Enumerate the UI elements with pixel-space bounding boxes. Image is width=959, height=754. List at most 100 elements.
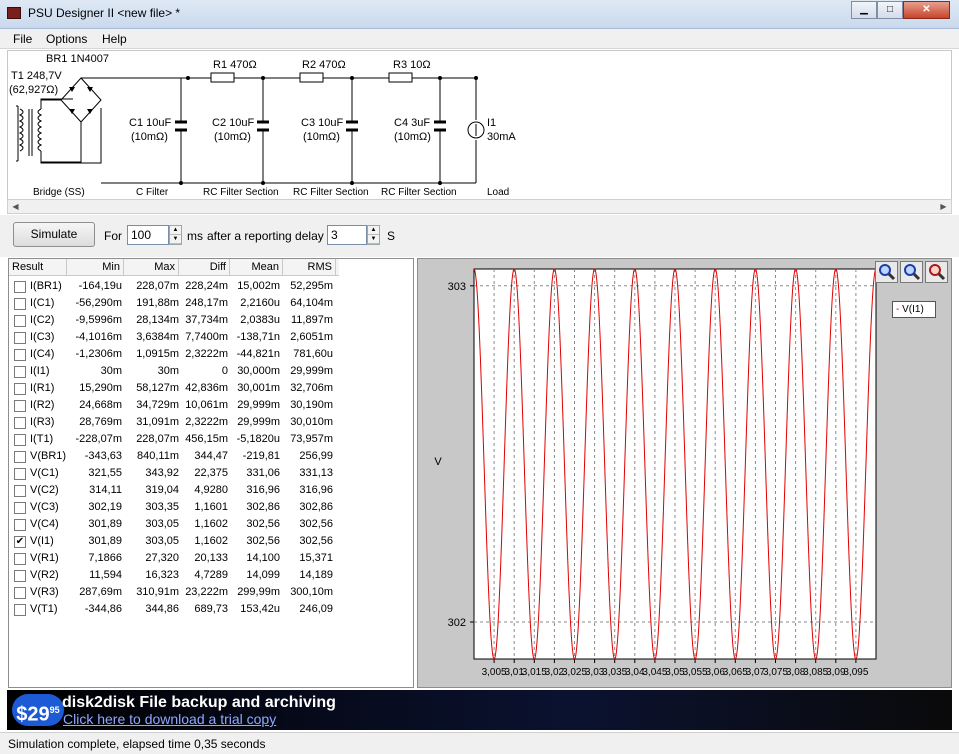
row-checkbox[interactable] <box>14 315 26 327</box>
table-row[interactable]: V(R1) 7,1866 27,320 20,133 14,100 15,371 <box>9 550 339 567</box>
row-checkbox[interactable] <box>14 519 26 531</box>
table-row[interactable]: I(R2) 24,668m 34,729m 10,061m 29,999m 30,190m <box>9 397 339 414</box>
row-checkbox[interactable] <box>14 383 26 395</box>
chart-legend: - V(I1) <box>892 301 936 318</box>
table-row[interactable]: V(BR1) -343,63 840,11m 344,47 -219,81 256,99 <box>9 448 339 465</box>
row-checkbox[interactable] <box>14 485 26 497</box>
header-max[interactable]: Max <box>124 259 179 276</box>
x-tick-label: 3,085 <box>803 667 828 678</box>
spin-down-icon[interactable]: ▼ <box>170 235 181 244</box>
spin-up-icon[interactable]: ▲ <box>170 226 181 235</box>
row-max: 28,134m <box>136 314 179 326</box>
row-checkbox[interactable] <box>14 349 26 361</box>
scroll-left-icon[interactable]: ◀ <box>8 200 23 213</box>
table-row[interactable]: I(C2) -9,5996m 28,134m 37,734m 2,0383u 11,897… <box>9 312 339 329</box>
maximize-button[interactable]: □ <box>877 1 903 19</box>
table-row[interactable]: I(I1) 30m 30m 0 30,000m 29,999m <box>9 363 339 380</box>
row-checkbox[interactable]: ✔ <box>14 536 26 548</box>
row-name: I(BR1) <box>30 280 62 292</box>
duration-input[interactable]: 100 <box>127 225 169 245</box>
table-row[interactable]: ✔ V(I1) 301,89 303,05 1,1602 302,56 302,56 <box>9 533 339 550</box>
table-row[interactable]: I(R1) 15,290m 58,127m 42,836m 30,001m 32,706m <box>9 380 339 397</box>
y-tick-label: 303 <box>448 281 466 293</box>
row-checkbox[interactable] <box>14 502 26 514</box>
delay-input[interactable]: 3 <box>327 225 367 245</box>
row-name: I(T1) <box>30 433 54 445</box>
header-min[interactable]: Min <box>67 259 124 276</box>
row-checkbox[interactable] <box>14 553 26 565</box>
header-result[interactable]: Result <box>9 259 67 276</box>
row-checkbox[interactable] <box>14 281 26 293</box>
row-checkbox[interactable] <box>14 604 26 616</box>
delay-spinner[interactable]: ▲ ▼ <box>367 225 380 245</box>
br1-label: BR1 1N4007 <box>46 53 109 65</box>
row-rms: 30,190m <box>290 399 333 411</box>
row-checkbox[interactable] <box>14 451 26 463</box>
header-rms[interactable]: RMS <box>283 259 336 276</box>
menu-help[interactable]: Help <box>102 32 127 46</box>
row-max: 3,6384m <box>136 331 179 343</box>
zoom-out-icon[interactable] <box>925 261 948 283</box>
row-min: 28,769m <box>79 416 122 428</box>
row-diff: 1,1601 <box>194 501 228 513</box>
ad-banner[interactable]: $2995 disk2disk File backup and archivin… <box>7 690 952 730</box>
duration-spinner[interactable]: ▲ ▼ <box>169 225 182 245</box>
simulate-button[interactable]: Simulate <box>13 222 95 247</box>
table-row[interactable]: I(BR1) -164,19u 228,07m 228,24m 15,002m 52,29… <box>9 278 339 295</box>
row-checkbox[interactable] <box>14 570 26 582</box>
c1-label: C1 10uF <box>129 117 172 129</box>
table-row[interactable]: V(T1) -344,86 344,86 689,73 153,42u 246,09 <box>9 601 339 618</box>
row-max: 27,320 <box>145 552 179 564</box>
spin-up-icon[interactable]: ▲ <box>368 226 379 235</box>
table-row[interactable]: I(C4) -1,2306m 1,0915m 2,3222m -44,821n 781,6… <box>9 346 339 363</box>
row-mean: 2,0383u <box>240 314 280 326</box>
table-row[interactable]: I(R3) 28,769m 31,091m 2,3222m 29,999m 30,010m <box>9 414 339 431</box>
row-checkbox[interactable] <box>14 434 26 446</box>
table-row[interactable]: V(R2) 11,594 16,323 4,7289 14,099 14,189 <box>9 567 339 584</box>
row-rms: 32,706m <box>290 382 333 394</box>
header-mean[interactable]: Mean <box>230 259 283 276</box>
row-checkbox[interactable] <box>14 332 26 344</box>
section-rc-2: RC Filter Section <box>293 187 369 198</box>
row-diff: 2,3222m <box>185 348 228 360</box>
row-min: -9,5996m <box>75 314 122 326</box>
table-row[interactable]: V(C4) 301,89 303,05 1,1602 302,56 302,56 <box>9 516 339 533</box>
schematic-scrollbar[interactable]: ◀ ▶ <box>7 199 952 214</box>
ad-download-link[interactable]: Click here to download a trial copy <box>63 711 276 727</box>
table-row[interactable]: V(R3) 287,69m 310,91m 23,222m 299,99m 300,10m <box>9 584 339 601</box>
table-row[interactable]: I(T1) -228,07m 228,07m 456,15m -5,1820u 73,95… <box>9 431 339 448</box>
row-checkbox[interactable] <box>14 400 26 412</box>
table-row[interactable]: V(C3) 302,19 303,35 1,1601 302,86 302,86 <box>9 499 339 516</box>
scroll-right-icon[interactable]: ▶ <box>936 200 951 213</box>
spin-down-icon[interactable]: ▼ <box>368 235 379 244</box>
row-checkbox[interactable] <box>14 587 26 599</box>
menu-options[interactable]: Options <box>46 32 87 46</box>
row-name: V(BR1) <box>30 450 67 462</box>
table-row[interactable]: I(C3) -4,1016m 3,6384m 7,7400m -138,71n 2,605… <box>9 329 339 346</box>
minimize-button[interactable]: ▁ <box>851 1 877 19</box>
row-max: 303,35 <box>145 501 179 513</box>
schematic-canvas[interactable]: T1 248,7V (62,927Ω) BR1 1N4007 R1 470Ω R… <box>7 50 952 200</box>
row-max: 344,86 <box>145 603 179 615</box>
table-row[interactable]: I(C1) -56,290m 191,88m 248,17m 2,2160u 64,104… <box>9 295 339 312</box>
row-checkbox[interactable] <box>14 417 26 429</box>
header-diff[interactable]: Diff <box>179 259 230 276</box>
close-button[interactable]: ✕ <box>903 1 950 19</box>
chart-svg: 3,0053,013,0153,023,0253,033,0353,043,04… <box>434 268 877 678</box>
row-checkbox[interactable] <box>14 468 26 480</box>
table-row[interactable]: V(C2) 314,11 319,04 4,9280 316,96 316,96 <box>9 482 339 499</box>
row-checkbox[interactable] <box>14 298 26 310</box>
row-min: -4,1016m <box>75 331 122 343</box>
row-checkbox[interactable] <box>14 366 26 378</box>
table-row[interactable]: V(C1) 321,55 343,92 22,375 331,06 331,13 <box>9 465 339 482</box>
row-diff: 248,17m <box>185 297 228 309</box>
zoom-fit-icon[interactable] <box>900 261 923 283</box>
menu-file[interactable]: File <box>13 32 32 46</box>
results-table[interactable]: Result Min Max Diff Mean RMS I(BR1) -164,… <box>8 258 414 688</box>
zoom-in-icon[interactable] <box>875 261 898 283</box>
for-label: For <box>104 229 122 243</box>
row-mean: 302,56 <box>246 518 280 530</box>
waveform-chart[interactable]: 3,005 3,01 3,015 3,02 3,025 3,03 3,035 3,04 3,04… <box>417 258 952 688</box>
row-rms: 302,86 <box>299 501 333 513</box>
row-diff: 22,375 <box>194 467 228 479</box>
